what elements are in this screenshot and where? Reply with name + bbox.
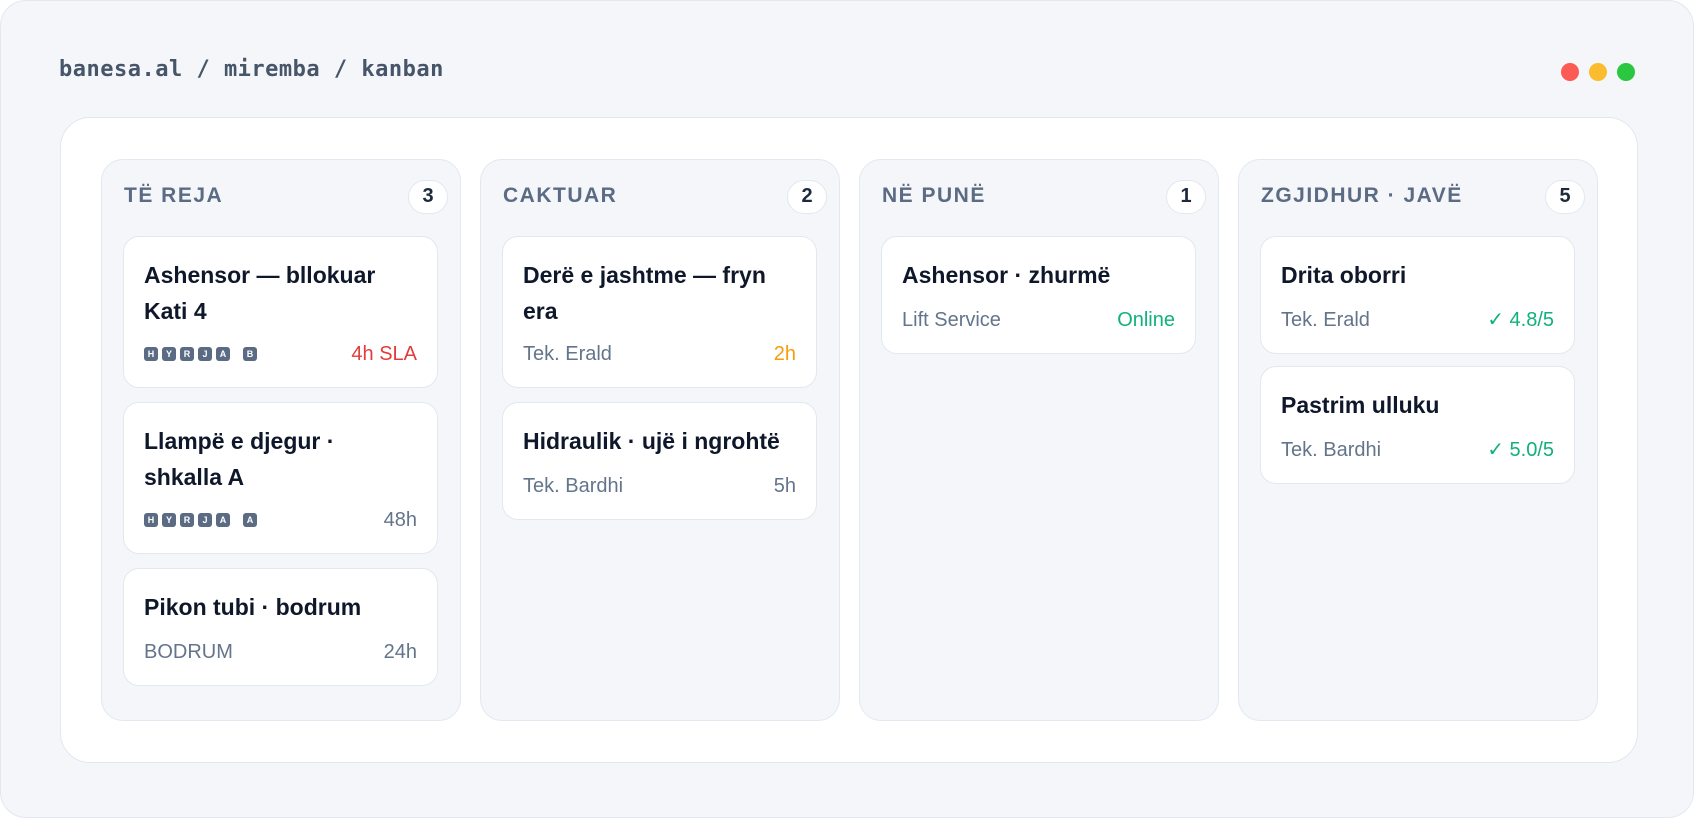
card-title: Ashensor — bllokuar Kati 4 bbox=[144, 262, 376, 324]
column-count-badge: 3 bbox=[408, 180, 448, 214]
card-title: Pikon tubi · bodrum bbox=[144, 594, 362, 620]
task-card[interactable]: Hidraulik · ujë i ngrohtë Tek. Bardhi 5h bbox=[502, 402, 817, 520]
rating-label: ✓ 4.8/5 bbox=[1487, 309, 1554, 331]
location-label: BODRUM bbox=[144, 641, 233, 663]
task-card[interactable]: Pikon tubi · bodrum BODRUM 24h bbox=[123, 568, 438, 686]
task-card[interactable]: Ashensor — bllokuar Kati 4 H Y R J A B 4… bbox=[123, 236, 438, 388]
key-badge: H bbox=[144, 347, 158, 361]
column-title: ZGJIDHUR · JAVË bbox=[1261, 184, 1463, 207]
card-meta: Tek. Erald 2h bbox=[523, 341, 796, 367]
technician-label: Tek. Erald bbox=[1281, 309, 1370, 331]
card-meta: Tek. Erald ✓ 4.8/5 bbox=[1281, 307, 1554, 333]
key-badge: R bbox=[180, 347, 194, 361]
column-count-badge: 2 bbox=[787, 180, 827, 214]
time-label: 5h bbox=[773, 475, 796, 497]
column-header: TË REJA 3 bbox=[124, 180, 448, 216]
task-card[interactable]: Llampë e djegur · shkalla A H Y R J A A … bbox=[123, 402, 438, 554]
column-caktuar: CAKTUAR 2 Derë e jashtme — fryn era Tek.… bbox=[480, 159, 840, 721]
card-title: Ashensor · zhurmë bbox=[902, 262, 1111, 288]
technician-label: Tek. Erald bbox=[523, 343, 612, 365]
card-meta: Lift Service Online bbox=[902, 307, 1175, 333]
card-title: Derë e jashtme — fryn era bbox=[523, 262, 766, 324]
column-count-badge: 1 bbox=[1166, 180, 1206, 214]
time-label: 48h bbox=[383, 509, 417, 531]
task-card[interactable]: Ashensor · zhurmë Lift Service Online bbox=[881, 236, 1196, 354]
sla-label: 4h SLA bbox=[351, 343, 417, 365]
key-badge: Y bbox=[162, 347, 176, 361]
column-zgjidhur-jave: ZGJIDHUR · JAVË 5 Drita oborri Tek. Eral… bbox=[1238, 159, 1598, 721]
technician-label: Tek. Bardhi bbox=[523, 475, 624, 497]
key-badge: B bbox=[243, 347, 257, 361]
entrance-keys: H Y R J A A bbox=[144, 513, 257, 527]
key-badge: J bbox=[198, 347, 212, 361]
column-title: TË REJA bbox=[124, 184, 224, 207]
column-header: CAKTUAR 2 bbox=[503, 180, 827, 216]
breadcrumb: banesa.al / miremba / kanban bbox=[59, 57, 444, 82]
column-title: CAKTUAR bbox=[503, 184, 618, 207]
card-title: Hidraulik · ujë i ngrohtë bbox=[523, 428, 780, 454]
key-badge: J bbox=[198, 513, 212, 527]
card-meta: H Y R J A A 48h bbox=[144, 507, 417, 533]
minimize-window-button[interactable] bbox=[1589, 63, 1607, 81]
time-label: 24h bbox=[383, 641, 417, 663]
key-badge: A bbox=[216, 347, 230, 361]
maximize-window-button[interactable] bbox=[1617, 63, 1635, 81]
column-te-reja: TË REJA 3 Ashensor — bllokuar Kati 4 H Y… bbox=[101, 159, 461, 721]
app-window: banesa.al / miremba / kanban TË REJA 3 A… bbox=[0, 0, 1694, 818]
technician-label: Lift Service bbox=[902, 309, 1001, 331]
card-title: Llampë e djegur · shkalla A bbox=[144, 428, 335, 490]
column-header: ZGJIDHUR · JAVË 5 bbox=[1261, 180, 1585, 216]
card-meta: Tek. Bardhi 5h bbox=[523, 473, 796, 499]
time-label: 2h bbox=[773, 343, 796, 365]
key-badge: A bbox=[243, 513, 257, 527]
close-window-button[interactable] bbox=[1561, 63, 1579, 81]
card-meta: Tek. Bardhi ✓ 5.0/5 bbox=[1281, 437, 1554, 463]
task-card[interactable]: Derë e jashtme — fryn era Tek. Erald 2h bbox=[502, 236, 817, 388]
technician-label: Tek. Bardhi bbox=[1281, 439, 1382, 461]
card-title: Drita oborri bbox=[1281, 262, 1407, 288]
kanban-board: TË REJA 3 Ashensor — bllokuar Kati 4 H Y… bbox=[60, 117, 1638, 763]
rating-label: ✓ 5.0/5 bbox=[1487, 439, 1554, 461]
card-meta: H Y R J A B 4h SLA bbox=[144, 341, 417, 367]
task-card[interactable]: Drita oborri Tek. Erald ✓ 4.8/5 bbox=[1260, 236, 1575, 354]
task-card[interactable]: Pastrim ulluku Tek. Bardhi ✓ 5.0/5 bbox=[1260, 366, 1575, 484]
status-label: Online bbox=[1117, 309, 1175, 331]
column-title: NË PUNË bbox=[882, 184, 986, 207]
key-badge: R bbox=[180, 513, 194, 527]
column-count-badge: 5 bbox=[1545, 180, 1585, 214]
column-header: NË PUNË 1 bbox=[882, 180, 1206, 216]
card-meta: BODRUM 24h bbox=[144, 639, 417, 665]
key-badge: Y bbox=[162, 513, 176, 527]
card-title: Pastrim ulluku bbox=[1281, 392, 1440, 418]
column-ne-pune: NË PUNË 1 Ashensor · zhurmë Lift Service… bbox=[859, 159, 1219, 721]
entrance-keys: H Y R J A B bbox=[144, 347, 257, 361]
window-controls bbox=[1561, 63, 1635, 81]
key-badge: H bbox=[144, 513, 158, 527]
key-badge: A bbox=[216, 513, 230, 527]
